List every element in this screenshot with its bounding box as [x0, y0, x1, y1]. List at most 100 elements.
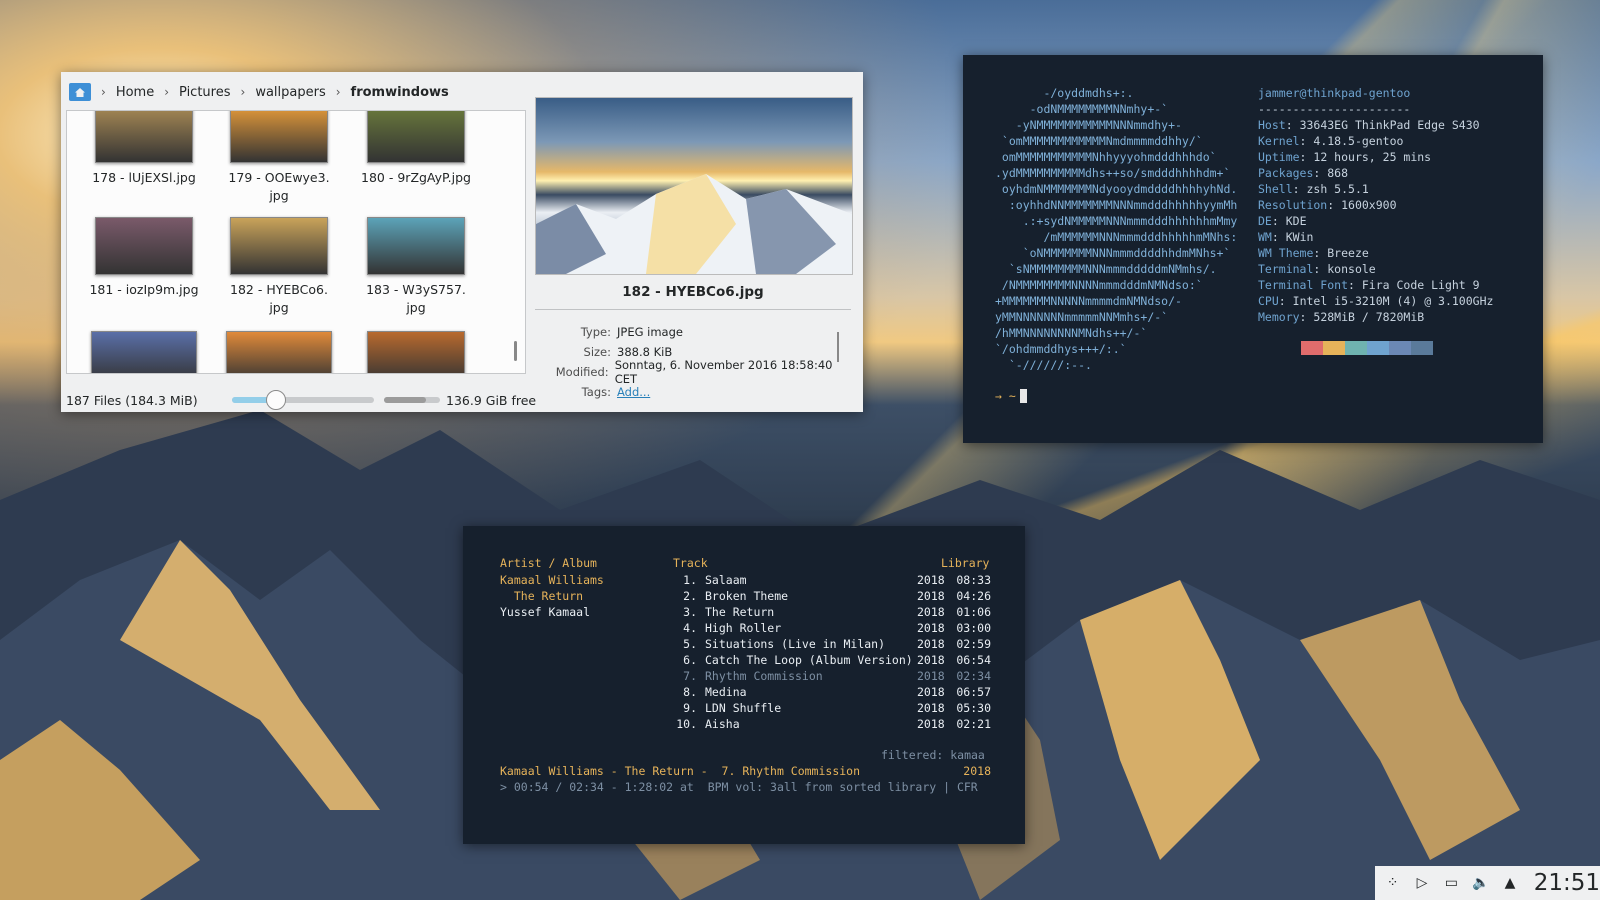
- library-entry[interactable]: Yussef Kamaal: [500, 604, 604, 620]
- track-row[interactable]: 10. Aisha 2018 02:21: [673, 716, 991, 732]
- metadata-scrollbar[interactable]: [837, 332, 839, 362]
- zoom-slider-handle[interactable]: [265, 390, 286, 410]
- color-swatch: [1389, 341, 1411, 355]
- info-value: 1600x900: [1341, 198, 1397, 212]
- grid-scrollbar[interactable]: [514, 341, 517, 361]
- file-thumbnail: [367, 331, 465, 373]
- file-item[interactable]: 178 - lUjEXSl.jpg: [79, 111, 209, 187]
- library-entry[interactable]: Kamaal Williams: [500, 572, 604, 588]
- track-title: The Return: [705, 605, 775, 619]
- file-thumbnail: [226, 331, 332, 373]
- track-row[interactable]: 6. Catch The Loop (Album Version) 2018 06:5…: [673, 652, 991, 668]
- file-item[interactable]: 181 - iozIp9m.jpg: [79, 217, 209, 299]
- file-thumbnail: [95, 217, 193, 275]
- color-swatch: [1345, 341, 1367, 355]
- track-duration: 02:34: [956, 669, 991, 683]
- preview-title: 182 - HYEBCo6.jpg: [622, 284, 764, 300]
- volume-muted-icon[interactable]: 🔈: [1471, 873, 1490, 893]
- media-player-icon[interactable]: ▷: [1412, 873, 1431, 893]
- breadcrumb-wallpapers[interactable]: wallpapers: [255, 85, 325, 100]
- info-value: Breeze: [1327, 246, 1369, 260]
- file-item[interactable]: 183 - W3yS757. jpg: [351, 217, 481, 317]
- info-key: Host: [1258, 118, 1286, 132]
- track-title: Salaam: [705, 573, 747, 587]
- track-row[interactable]: 1. Salaam 2018 08:33: [673, 572, 991, 588]
- track-row[interactable]: 4. High Roller 2018 03:00: [673, 620, 991, 636]
- info-divider: ----------------------: [1258, 102, 1411, 116]
- chevron-right-icon: ›: [335, 85, 341, 99]
- track-title: Broken Theme: [705, 589, 789, 603]
- konsole-neofetch-window[interactable]: -/oyddmdhs+:. -odNMMMMMMMMNNmhy+-` -yNMM…: [963, 55, 1543, 443]
- column-header-track: Track: [673, 556, 708, 570]
- info-key: Uptime: [1258, 150, 1300, 164]
- track-year: 2018: [917, 669, 945, 683]
- track-number: 1.: [683, 573, 697, 587]
- info-row: Shell: zsh 5.5.1: [1258, 182, 1369, 196]
- metadata-row-modified: Modified: Sonntag, 6. November 2016 18:5…: [535, 358, 851, 386]
- zoom-slider[interactable]: [232, 390, 374, 410]
- gentoo-ascii-logo: -/oyddmdhs+:. -odNMMMMMMMMNNmhy+-` -yNMM…: [995, 86, 1238, 372]
- track-row[interactable]: 5. Situations (Live in Milan) 2018 02:59: [673, 636, 991, 652]
- track-row[interactable]: 2. Broken Theme 2018 04:26: [673, 588, 991, 604]
- file-item[interactable]: [214, 331, 344, 373]
- cmus-window[interactable]: Artist / Album Track Library Kamaal Will…: [463, 526, 1025, 844]
- track-number: 4.: [683, 621, 697, 635]
- file-name: 180 - 9rZgAyP.jpg: [361, 170, 471, 185]
- system-info: jammer@thinkpad-gentoo -----------------…: [1258, 85, 1493, 325]
- file-name: 178 - lUjEXSl.jpg: [92, 170, 196, 185]
- info-row: Terminal: konsole: [1258, 262, 1376, 276]
- file-item[interactable]: [79, 331, 209, 373]
- metadata-key: Modified:: [555, 365, 609, 379]
- column-header-artist: Artist / Album: [500, 556, 597, 570]
- breadcrumb-fromwindows[interactable]: fromwindows: [351, 85, 449, 100]
- track-row[interactable]: 7. Rhythm Commission 2018 02:34: [673, 668, 991, 684]
- track-year: 2018: [917, 701, 945, 715]
- breadcrumb: › Home › Pictures › wallpapers › fromwin…: [69, 80, 533, 104]
- shell-prompt[interactable]: → ~: [995, 389, 1027, 403]
- info-value: 868: [1327, 166, 1349, 180]
- info-row: Packages: 868: [1258, 166, 1349, 180]
- file-item[interactable]: [351, 331, 481, 373]
- info-key: Resolution: [1258, 198, 1328, 212]
- column-header-library: Library: [941, 556, 990, 570]
- library-entry[interactable]: The Return: [500, 588, 604, 604]
- track-title: Catch The Loop (Album Version): [705, 653, 913, 667]
- color-swatch: [1367, 341, 1389, 355]
- info-key: Shell: [1258, 182, 1293, 196]
- status-bar: 187 Files (184.3 MiB) 136.9 GiB free: [66, 388, 863, 412]
- clock[interactable]: 21:51: [1534, 870, 1600, 896]
- metadata-value: JPEG image: [617, 325, 683, 339]
- info-row: DE: KDE: [1258, 214, 1307, 228]
- track-duration: 02:21: [956, 717, 991, 731]
- info-value: Fira Code Light 9: [1361, 278, 1480, 292]
- breadcrumb-pictures[interactable]: Pictures: [179, 85, 230, 100]
- file-item[interactable]: 180 - 9rZgAyP.jpg: [351, 111, 481, 187]
- info-row: WM Theme: Breeze: [1258, 246, 1369, 260]
- home-folder-icon[interactable]: [69, 83, 91, 101]
- file-item[interactable]: 182 - HYEBCo6. jpg: [214, 217, 344, 317]
- file-thumbnail: [91, 331, 197, 373]
- track-row[interactable]: 8. Medina 2018 06:57: [673, 684, 991, 700]
- playback-status: > 00:54 / 02:34 - 1:28:02 at BPM vol: 3a…: [500, 780, 978, 794]
- file-grid: 178 - lUjEXSl.jpg 179 - OOEwye3. jpg 180…: [66, 110, 526, 374]
- info-key: WM: [1258, 230, 1272, 244]
- file-item[interactable]: 179 - OOEwye3. jpg: [214, 111, 344, 205]
- breadcrumb-home[interactable]: Home: [116, 85, 154, 100]
- kde-connect-icon[interactable]: ⁘: [1383, 873, 1402, 893]
- track-row[interactable]: 9. LDN Shuffle 2018 05:30: [673, 700, 991, 716]
- battery-icon[interactable]: ▭: [1442, 873, 1461, 893]
- track-title: Medina: [705, 685, 747, 699]
- info-key: Kernel: [1258, 134, 1300, 148]
- track-title: Aisha: [705, 717, 740, 731]
- track-duration: 05:30: [956, 701, 991, 715]
- track-year: 2018: [917, 653, 945, 667]
- chevron-right-icon: ›: [240, 85, 246, 99]
- expand-tray-icon[interactable]: ▲: [1500, 873, 1519, 893]
- info-row: Uptime: 12 hours, 25 mins: [1258, 150, 1432, 164]
- info-row: Terminal Font: Fira Code Light 9: [1258, 278, 1480, 292]
- info-value: 4.18.5-gentoo: [1313, 134, 1404, 148]
- track-row[interactable]: 3. The Return 2018 01:06: [673, 604, 991, 620]
- info-value: konsole: [1327, 262, 1376, 276]
- track-duration: 02:59: [956, 637, 991, 651]
- file-name: 182 - HYEBCo6. jpg: [230, 282, 328, 315]
